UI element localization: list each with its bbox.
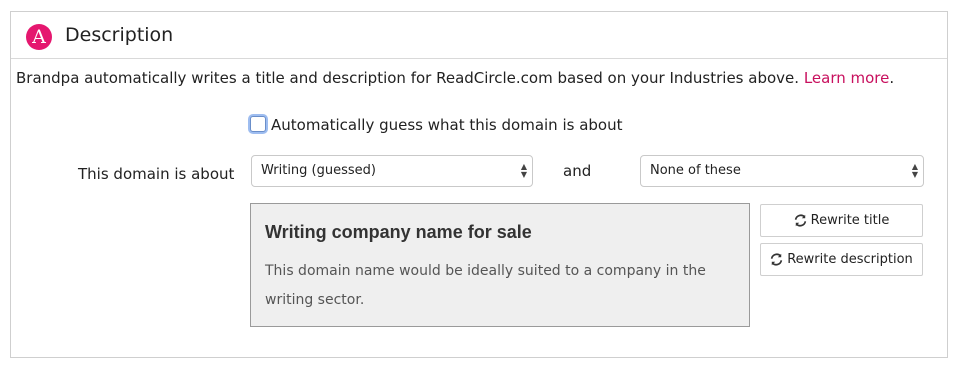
refresh-icon <box>771 253 783 266</box>
rewrite-title-label: Rewrite title <box>810 213 890 228</box>
rewrite-title-button[interactable]: Rewrite title <box>760 204 923 237</box>
industry-select-primary-value: Writing (guessed) <box>261 163 376 178</box>
rewrite-description-label: Rewrite description <box>787 252 913 267</box>
intro-period: . <box>889 69 895 87</box>
preview-title: Writing company name for sale <box>265 222 532 242</box>
domain-about-label: This domain is about <box>78 165 235 183</box>
industry-select-primary[interactable]: Writing (guessed) ▲ ▼ <box>251 155 533 187</box>
select-arrows-icon: ▲ ▼ <box>911 162 918 179</box>
auto-guess-label[interactable]: Automatically guess what this domain is … <box>271 116 622 134</box>
intro-sentence: Brandpa automatically writes a title and… <box>16 69 800 87</box>
industry-select-secondary[interactable]: None of these ▲ ▼ <box>640 155 924 187</box>
learn-more-link[interactable]: Learn more <box>804 69 890 87</box>
rewrite-description-button[interactable]: Rewrite description <box>760 243 923 276</box>
intro-text: Brandpa automatically writes a title and… <box>16 69 894 87</box>
preview-description: This domain name would be ideally suited… <box>265 263 706 308</box>
panel-title: Description <box>65 24 174 46</box>
auto-guess-checkbox[interactable] <box>250 116 266 132</box>
select-arrows-icon: ▲ ▼ <box>520 162 527 179</box>
description-preview: Writing company name for sale This domai… <box>250 203 750 327</box>
and-label: and <box>563 162 592 180</box>
brand-logo-icon: A <box>26 24 52 50</box>
industry-select-secondary-value: None of these <box>650 163 741 178</box>
refresh-icon <box>794 214 806 227</box>
panel-header: A Description <box>11 12 947 59</box>
